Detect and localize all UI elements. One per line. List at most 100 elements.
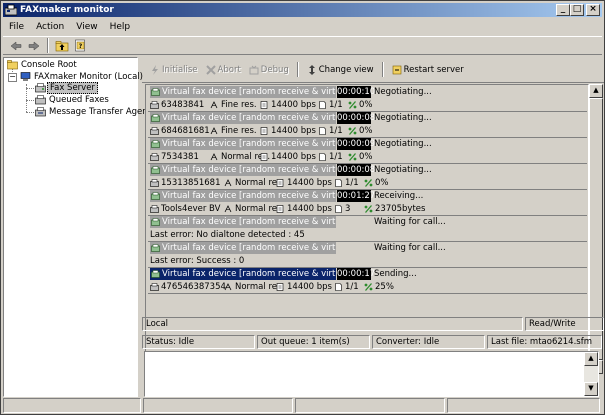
status-pane [3, 398, 141, 413]
mta-icon [35, 107, 46, 117]
page-count-value: 1/1 [345, 282, 359, 292]
call-timer: 00:00:17 [337, 268, 376, 280]
fax-device-row[interactable]: Virtual fax device [random receive & vir… [148, 190, 587, 216]
transfer-speed-icon [260, 127, 268, 135]
tree-item-message-transfer-agent[interactable]: Message Transfer Agent [35, 106, 153, 118]
transfer-speed-icon [260, 153, 268, 161]
change-view-button[interactable]: Change view [303, 61, 378, 79]
transfer-speed: 14400 bps [260, 125, 316, 137]
abort-x-icon [205, 64, 216, 75]
tree-label: Queued Faxes [49, 95, 109, 105]
fax-device-icon [151, 244, 160, 252]
scroll-down-arrow[interactable]: ▼ [584, 382, 598, 396]
fax-device-icon [151, 192, 160, 200]
initialise-button[interactable]: Initialise [146, 61, 202, 79]
tree-line [26, 112, 34, 113]
progress: 0% [348, 125, 373, 137]
page-count-value: 3 [345, 204, 351, 214]
location-field: Local [142, 317, 523, 331]
minimize-button[interactable]: _ [556, 4, 570, 16]
call-timer: 00:00:08 [337, 112, 376, 124]
progress-icon [364, 205, 373, 213]
fax-number-icon [150, 205, 159, 213]
converter-status: Converter: Idle [372, 335, 485, 349]
lightning-icon [152, 64, 158, 75]
menu-view[interactable]: View [70, 19, 103, 35]
menu-help[interactable]: Help [104, 19, 137, 35]
call-timer: 00:01:27 [337, 190, 376, 202]
tree-item-console-root[interactable]: Console Root [7, 59, 79, 71]
console-tree[interactable]: Console Root − FAXmaker Monitor (Local) … [3, 57, 151, 397]
fax-device-row[interactable]: Virtual fax device [random receive & vir… [148, 216, 587, 242]
restart-server-label: Restart server [403, 64, 464, 75]
resolution-icon [210, 153, 218, 161]
resolution-icon [224, 283, 232, 291]
transfer-speed: 14400 bps [260, 99, 316, 111]
progress-value: 0% [359, 152, 373, 162]
fax-number-value: 476546387354 [161, 282, 226, 292]
progress: 0% [364, 177, 389, 189]
tree-line [26, 100, 34, 101]
folder-up-icon [55, 40, 69, 51]
page-count: 1/1 [318, 99, 343, 111]
device-name: Virtual fax device [random receive & vir… [150, 86, 336, 98]
call-timer: 00:00:10 [337, 86, 376, 98]
folder-icon [7, 60, 18, 70]
window-title: FAXmaker monitor [20, 5, 114, 15]
transfer-speed-icon [276, 205, 284, 213]
progress-value: 0% [359, 126, 373, 136]
forward-button[interactable] [25, 38, 43, 54]
back-button[interactable] [7, 38, 25, 54]
tree-item-queued-faxes[interactable]: Queued Faxes [35, 94, 111, 106]
tree-item-fax-server[interactable]: Fax Server [35, 82, 98, 94]
menu-action[interactable]: Action [30, 19, 70, 35]
scroll-up-arrow[interactable]: ▲ [584, 352, 598, 366]
abort-button[interactable]: Abort [202, 61, 245, 79]
resolution: Fine res. [210, 125, 257, 137]
fax-device-row[interactable]: Virtual fax device [random receive & vir… [148, 268, 587, 294]
collapse-toggle[interactable]: − [8, 73, 17, 82]
fax-number: 476546387354 [150, 281, 226, 293]
fax-device-row[interactable]: Virtual fax device [random receive & vir… [148, 242, 587, 268]
fax-number: Tools4ever BV [150, 203, 220, 215]
device-status: Negotiating... [374, 139, 432, 149]
transfer-speed-value: 14400 bps [287, 178, 332, 188]
scroll-up-arrow[interactable]: ▲ [589, 84, 603, 98]
menu-file[interactable]: File [3, 19, 30, 35]
abort-label: Abort [217, 64, 241, 75]
transfer-speed-value: 14400 bps [271, 126, 316, 136]
progress: 0% [348, 99, 373, 111]
fax-app-icon [5, 4, 17, 16]
page-count-icon [335, 179, 342, 187]
page-count: 1/1 [334, 177, 359, 189]
device-name-text: Virtual fax device [random receive & vir… [162, 165, 336, 175]
progress: 23705bytes [364, 203, 425, 215]
device-name-text: Virtual fax device [random receive & vir… [162, 139, 336, 149]
title-bar[interactable]: FAXmaker monitor _ □ × [3, 3, 602, 17]
fax-device-row[interactable]: Virtual fax device [random receive & vir… [148, 138, 587, 164]
page-count-icon [335, 205, 342, 213]
app-window: FAXmaker monitor _ □ × File Action View … [0, 0, 605, 415]
up-one-level-button[interactable] [53, 38, 71, 54]
fax-device-row[interactable]: Virtual fax device [random receive & vir… [148, 86, 587, 112]
progress-value: 25% [375, 282, 394, 292]
properties-button[interactable]: ? [71, 38, 89, 54]
log-pane[interactable]: ▲ ▼ [144, 351, 599, 397]
log-scrollbar[interactable]: ▲ ▼ [584, 352, 598, 396]
status-pane [295, 398, 445, 413]
fax-device-row[interactable]: Virtual fax device [random receive & vir… [148, 164, 587, 190]
maximize-button[interactable]: □ [570, 4, 584, 16]
device-name-text: Virtual fax device [random receive & vir… [162, 269, 336, 279]
device-name: Virtual fax device [random receive & vir… [150, 216, 336, 228]
restart-server-button[interactable]: Restart server [388, 61, 468, 79]
resolution: Fine res. [210, 99, 257, 111]
page-count-value: 1/1 [329, 152, 343, 162]
close-button[interactable]: × [586, 4, 600, 16]
initialise-label: Initialise [162, 64, 198, 75]
fax-device-icon [151, 218, 160, 226]
transfer-speed: 14400 bps [276, 177, 332, 189]
fax-device-row[interactable]: Virtual fax device [random receive & vir… [148, 112, 587, 138]
fax-number-value: 7534381 [161, 152, 199, 162]
debug-button[interactable]: Debug [245, 61, 293, 79]
device-name: Virtual fax device [random receive & vir… [150, 242, 336, 254]
